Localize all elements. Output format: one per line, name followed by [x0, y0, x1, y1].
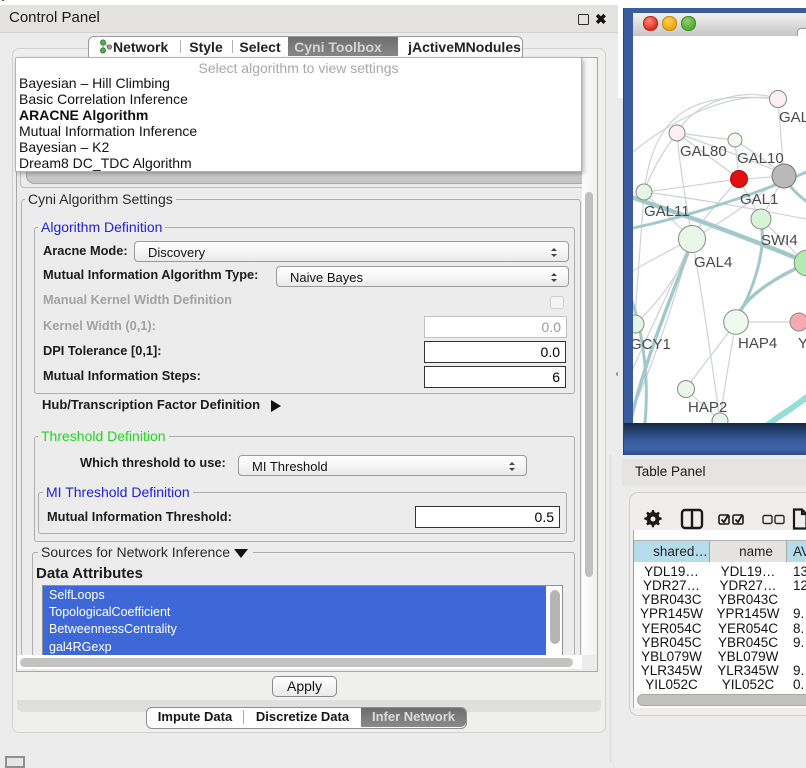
svg-text:GAL10: GAL10 [737, 150, 784, 167]
svg-text:GAL80: GAL80 [680, 143, 727, 160]
svg-text:SWI4: SWI4 [761, 232, 798, 249]
svg-text:GAL1: GAL1 [740, 191, 778, 208]
svg-text:GAL4: GAL4 [694, 254, 732, 271]
svg-text:GAL7: GAL7 [779, 109, 806, 126]
svg-text:Y: Y [798, 335, 806, 352]
svg-text:GCY1: GCY1 [633, 336, 671, 353]
svg-text:HAP2: HAP2 [688, 399, 727, 416]
svg-text:GAL11: GAL11 [644, 203, 690, 220]
svg-text:HAP4: HAP4 [738, 335, 777, 352]
